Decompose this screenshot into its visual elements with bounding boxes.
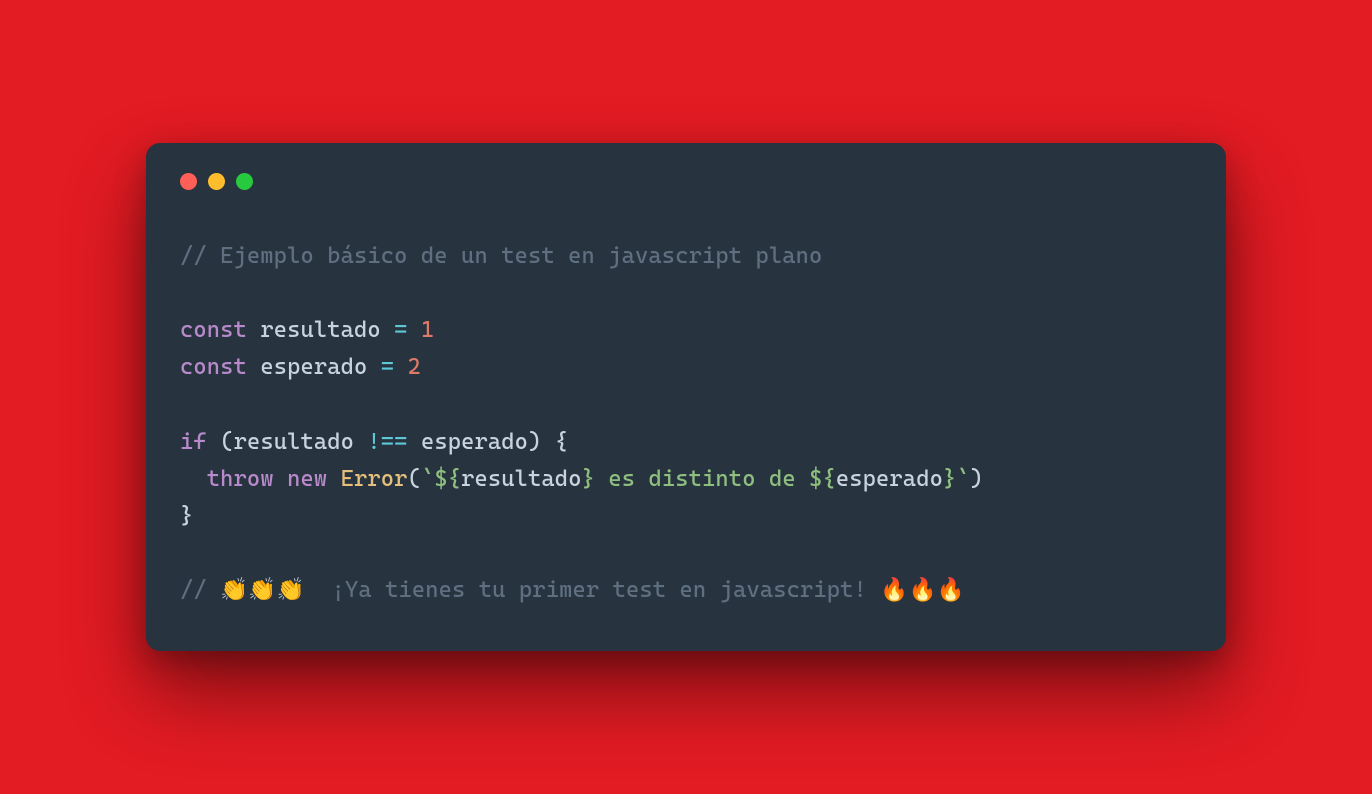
code-operator: !== bbox=[367, 429, 407, 455]
code-brace: } bbox=[180, 503, 193, 529]
code-string: ` bbox=[956, 466, 969, 492]
code-classname: Error bbox=[341, 466, 408, 492]
code-brace: { bbox=[555, 429, 568, 455]
code-string: es distinto de bbox=[595, 466, 809, 492]
code-number: 1 bbox=[421, 317, 434, 343]
code-keyword-if: if bbox=[180, 429, 207, 455]
code-paren: ) bbox=[528, 429, 541, 455]
code-identifier: resultado bbox=[234, 429, 354, 455]
code-identifier: resultado bbox=[260, 317, 380, 343]
code-identifier: esperado bbox=[260, 354, 367, 380]
code-comment: // 👏👏👏 ¡Ya tienes tu primer test en java… bbox=[180, 577, 965, 603]
zoom-icon[interactable] bbox=[236, 173, 253, 190]
code-window: // Ejemplo básico de un test en javascri… bbox=[146, 143, 1226, 651]
code-operator: = bbox=[381, 354, 394, 380]
minimize-icon[interactable] bbox=[208, 173, 225, 190]
code-keyword-const: const bbox=[180, 354, 247, 380]
code-interp: ${ bbox=[809, 466, 836, 492]
code-identifier: esperado bbox=[421, 429, 528, 455]
code-identifier: resultado bbox=[461, 466, 581, 492]
code-interp: } bbox=[943, 466, 956, 492]
code-keyword-const: const bbox=[180, 317, 247, 343]
window-titlebar bbox=[180, 173, 1192, 190]
code-paren: ( bbox=[408, 466, 421, 492]
code-keyword-throw: throw bbox=[207, 466, 274, 492]
code-interp: ${ bbox=[434, 466, 461, 492]
code-keyword-new: new bbox=[287, 466, 327, 492]
code-identifier: esperado bbox=[836, 466, 943, 492]
close-icon[interactable] bbox=[180, 173, 197, 190]
code-paren: ) bbox=[970, 466, 983, 492]
code-operator: = bbox=[394, 317, 407, 343]
code-string: ` bbox=[421, 466, 434, 492]
code-number: 2 bbox=[408, 354, 421, 380]
code-comment: // Ejemplo básico de un test en javascri… bbox=[180, 243, 822, 269]
code-paren: ( bbox=[220, 429, 233, 455]
code-interp: } bbox=[582, 466, 595, 492]
code-block: // Ejemplo básico de un test en javascri… bbox=[180, 238, 1192, 609]
